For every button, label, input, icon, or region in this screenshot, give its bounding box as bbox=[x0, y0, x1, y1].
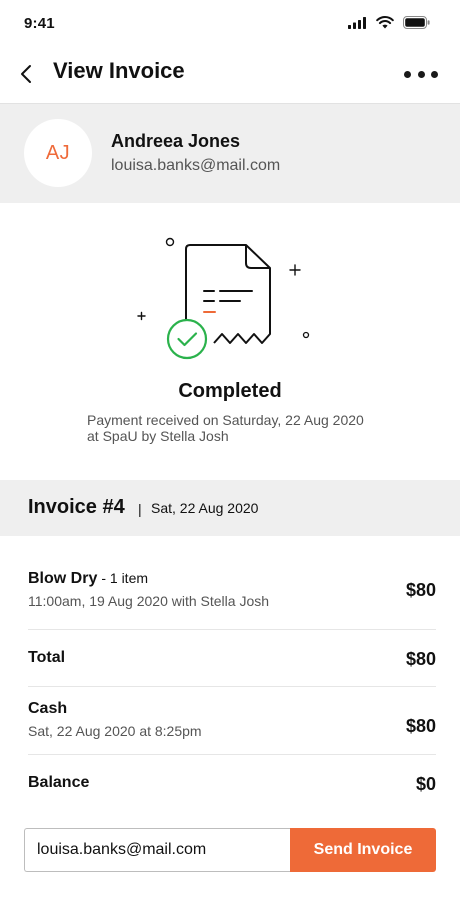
send-invoice-form: Send Invoice bbox=[24, 828, 436, 872]
status-bar: 9:41 bbox=[0, 0, 460, 46]
signal-icon bbox=[348, 16, 366, 29]
wifi-icon bbox=[376, 16, 394, 29]
receipt-illustration bbox=[137, 237, 310, 360]
invoice-number: Invoice #4 bbox=[28, 496, 125, 518]
more-icon-dot bbox=[417, 70, 425, 78]
nav-bar: View Invoice bbox=[0, 46, 460, 102]
check-circle-icon bbox=[166, 318, 208, 360]
page-title: View Invoice bbox=[53, 58, 185, 83]
divider bbox=[28, 754, 436, 755]
invoice-header: Invoice #4 | Sat, 22 Aug 2020 bbox=[0, 480, 460, 536]
divider bbox=[28, 629, 436, 630]
payment-row: Cash Sat, 22 Aug 2020 at 8:25pm $80 bbox=[28, 700, 436, 745]
line-item-amount: $80 bbox=[405, 580, 436, 600]
customer-card[interactable]: AJ Andreea Jones louisa.banks@mail.com bbox=[0, 103, 460, 203]
line-item-quantity: - 1 item bbox=[101, 570, 149, 586]
invoice-separator: | bbox=[138, 501, 142, 517]
balance-amount: $0 bbox=[415, 774, 436, 794]
back-button[interactable] bbox=[20, 60, 42, 88]
avatar: AJ bbox=[24, 119, 92, 187]
divider bbox=[28, 686, 436, 687]
payment-method: Cash bbox=[28, 700, 68, 717]
line-item[interactable]: Blow Dry - 1 item 11:00am, 19 Aug 2020 wi… bbox=[28, 570, 436, 615]
payment-detail: Sat, 22 Aug 2020 at 8:25pm bbox=[28, 723, 202, 739]
battery-icon bbox=[403, 16, 430, 29]
customer-name: Andreea Jones bbox=[111, 131, 241, 151]
status-icons bbox=[348, 16, 430, 29]
total-amount: $80 bbox=[405, 649, 436, 669]
line-item-detail: 11:00am, 19 Aug 2020 with Stella Josh bbox=[28, 593, 270, 609]
customer-email: louisa.banks@mail.com bbox=[111, 157, 281, 174]
line-item-name: Blow Dry bbox=[28, 570, 98, 587]
payment-status-title: Completed bbox=[178, 380, 282, 402]
balance-row: Balance $0 bbox=[28, 774, 436, 798]
invoice-date: Sat, 22 Aug 2020 bbox=[151, 500, 259, 516]
status-time: 9:41 bbox=[24, 15, 55, 32]
back-arrow-icon bbox=[21, 65, 31, 83]
payment-status-detail: Payment received on Saturday, 22 Aug 202… bbox=[87, 412, 364, 428]
balance-label: Balance bbox=[28, 774, 90, 791]
email-input[interactable] bbox=[24, 828, 290, 872]
total-label: Total bbox=[28, 649, 66, 666]
more-icon-dot bbox=[404, 70, 411, 78]
send-invoice-button[interactable]: Send Invoice bbox=[290, 828, 436, 872]
total-row: Total $80 bbox=[28, 649, 436, 673]
more-options-button[interactable] bbox=[404, 64, 438, 84]
payment-amount: $80 bbox=[405, 716, 436, 736]
more-icon-dot bbox=[431, 70, 438, 78]
payment-status-location: at SpaU by Stella Josh bbox=[87, 428, 229, 444]
payment-status-section: Completed Payment received on Saturday, … bbox=[0, 203, 460, 480]
